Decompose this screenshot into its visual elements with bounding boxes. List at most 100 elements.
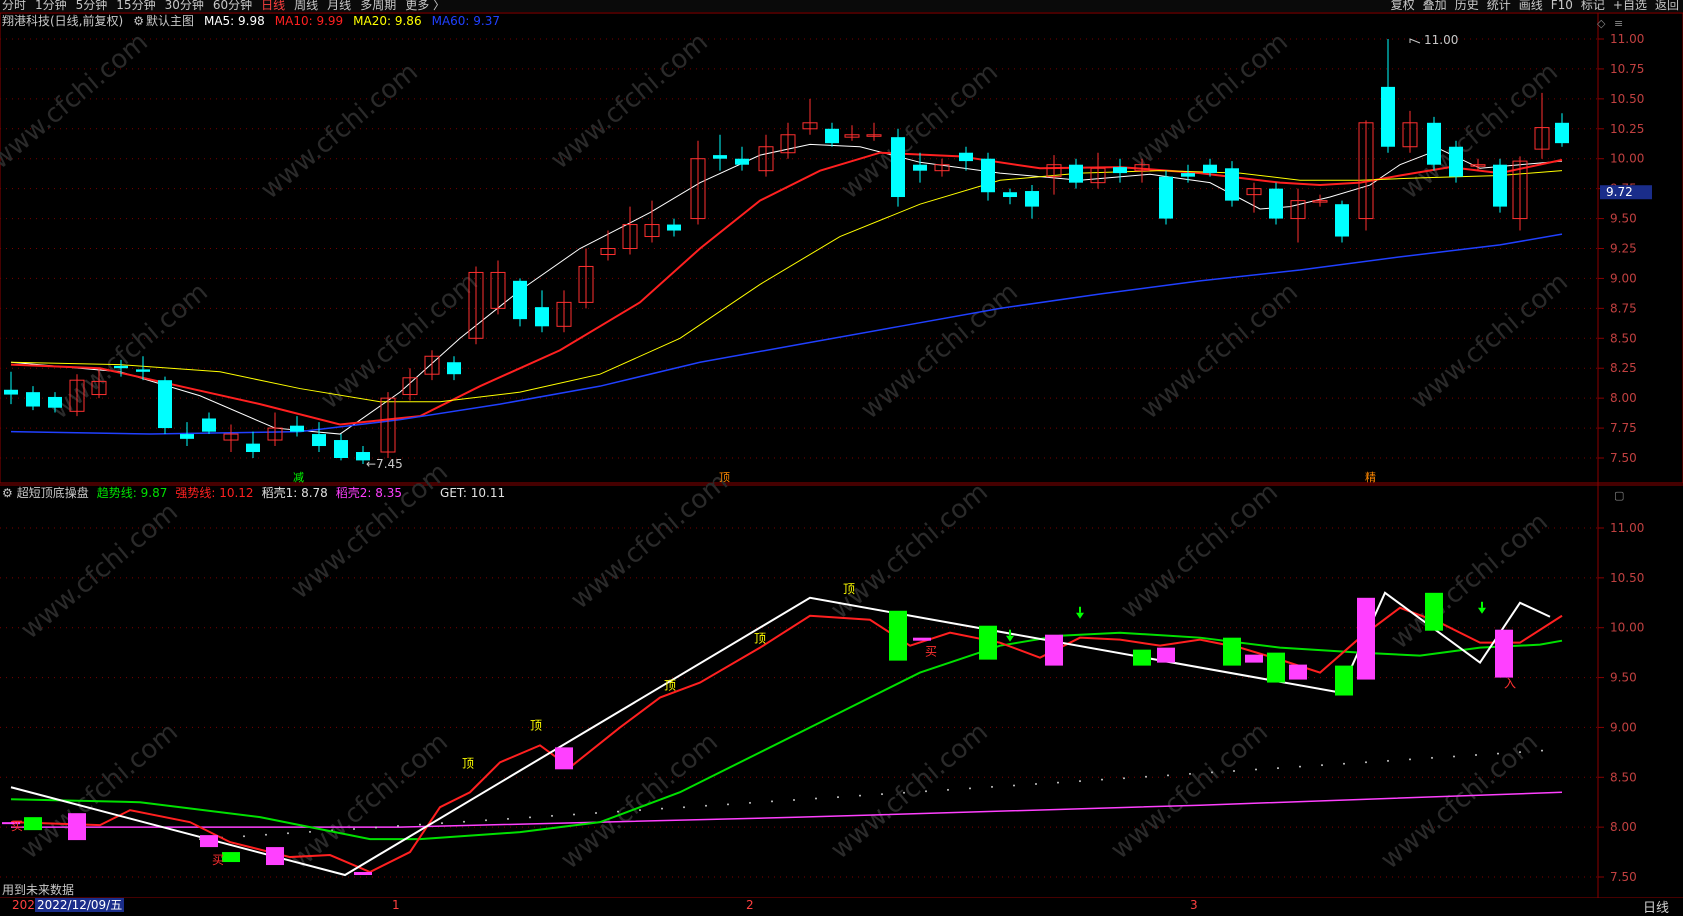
candle-down: [1269, 188, 1283, 219]
watermark: www.cfchi.com: [835, 57, 1004, 205]
shell1-dot: [1167, 774, 1169, 777]
sub-bar: [1357, 597, 1375, 680]
watermark: www.cfchi.com: [855, 277, 1024, 425]
year-prefix: 202: [12, 898, 35, 912]
main-price-tick: 9.00: [1610, 271, 1637, 285]
main-price-tick: 9.25: [1610, 242, 1637, 256]
scroll-icon[interactable]: ≡: [1614, 17, 1623, 30]
candle-down: [290, 425, 304, 432]
candle-down: [981, 158, 995, 193]
sub-scroll-icon[interactable]: ▢: [1614, 489, 1624, 502]
sub-bar: [1425, 592, 1443, 631]
shell1-dot: [243, 835, 245, 838]
shell1-dot: [1409, 758, 1411, 761]
shell1-dot: [793, 798, 795, 801]
candle-down: [1069, 164, 1083, 183]
sub-bar: [1289, 664, 1307, 680]
high-label: 11.00: [1424, 33, 1458, 47]
signal-marker-2: 精: [1365, 471, 1376, 484]
shell1-dot: [1299, 765, 1301, 768]
top-signal-4: 顶: [843, 582, 855, 596]
main-price-tick: 8.00: [1610, 391, 1637, 405]
shell1-dot: [287, 832, 289, 835]
shell1-dot: [617, 810, 619, 813]
shell1-dot: [1189, 772, 1191, 775]
sub-bar: [555, 747, 573, 770]
top-signal-1: 顶: [530, 718, 542, 732]
period-label[interactable]: 日线: [1643, 897, 1669, 916]
time-axis: [0, 898, 1683, 912]
shell1-dot: [1211, 771, 1213, 774]
sub-bar: [1157, 647, 1175, 663]
candle-down: [735, 158, 749, 165]
main-price-tick: 8.25: [1610, 361, 1637, 375]
shell1-dot: [1255, 768, 1257, 771]
main-price-tick: 7.75: [1610, 421, 1637, 435]
sub-bar: [68, 813, 86, 841]
watermark: www.cfchi.com: [1115, 477, 1284, 625]
watermark: www.cfchi.com: [15, 717, 184, 865]
sub-bar: [913, 637, 931, 641]
shell1-dot: [529, 816, 531, 819]
top-signal-2: 顶: [664, 679, 676, 693]
candle-down: [1335, 204, 1349, 237]
shell1-dot: [507, 817, 509, 820]
candle-down: [26, 392, 40, 407]
sub-bar: [1335, 665, 1353, 696]
shell1-dot: [661, 807, 663, 810]
down-arrow-icon: [1076, 612, 1084, 619]
shell2-line: [11, 791, 1563, 828]
shell1-dot: [1145, 775, 1147, 778]
diamond-icon[interactable]: ◇: [1597, 17, 1605, 30]
sub-price-tick: 8.50: [1610, 770, 1637, 784]
candle-down: [1159, 176, 1173, 219]
shell1-dot: [1277, 767, 1279, 770]
candle-down: [334, 440, 348, 458]
sub-price-tick: 11.00: [1610, 521, 1644, 535]
ma20-line: [10, 170, 1563, 403]
watermark: www.cfchi.com: [1395, 57, 1564, 205]
shell1-dot: [1475, 754, 1477, 757]
main-price-tick: 8.75: [1610, 301, 1637, 315]
month-mark-2: 2: [746, 898, 754, 912]
shell1-dot: [1343, 762, 1345, 765]
candle-down: [114, 365, 128, 369]
shell1-dot: [1101, 778, 1103, 781]
sub-gear-icon[interactable]: ⚙: [2, 486, 13, 501]
shell1-dot: [1013, 784, 1015, 787]
ma20-label: MA20: 9.86: [353, 14, 422, 28]
shell1-dot: [441, 822, 443, 825]
candle-down: [1113, 167, 1127, 174]
watermark: www.cfchi.com: [565, 467, 734, 615]
watermark: www.cfchi.com: [315, 267, 484, 415]
sub-price-tick: 9.00: [1610, 720, 1637, 734]
stock-chart[interactable]: www.cfchi.com www.cfchi.com www.cfchi.com w…: [0, 0, 1683, 912]
candle-down: [1025, 191, 1039, 207]
candle-down: [1181, 173, 1195, 177]
shell1-dot: [727, 803, 729, 806]
signal-marker-1: 顶: [719, 471, 730, 484]
candle-down: [713, 155, 727, 159]
sub-price-tick: 8.00: [1610, 820, 1637, 834]
watermark: www.cfchi.com: [1135, 277, 1304, 425]
main-price-tick: 7.50: [1610, 451, 1637, 465]
shell1-dot: [1519, 751, 1521, 754]
candle-down: [513, 280, 527, 320]
shell1-dot: [705, 804, 707, 807]
gear-icon[interactable]: ⚙: [133, 14, 144, 29]
main-price-tick: 11.00: [1610, 32, 1644, 46]
sub-bar: [354, 872, 372, 876]
main-price-tick: 10.25: [1610, 122, 1644, 136]
candle-down: [913, 164, 927, 171]
sub-indicator-name[interactable]: 超短顶底操盘: [17, 486, 89, 501]
watermark: www.cfchi.com: [285, 727, 454, 875]
shell1-dot: [815, 797, 817, 800]
sub-panel-header: ⚙ 超短顶底操盘 趋势线: 9.87 强势线: 10.12 稻壳1: 8.78 …: [2, 486, 505, 501]
sub-bar: [200, 835, 218, 848]
shell1-dot: [419, 823, 421, 826]
stock-title[interactable]: 翔港科技(日线,前复权): [2, 14, 123, 29]
sub-bar: [1245, 654, 1263, 663]
watermark: www.cfchi.com: [825, 717, 994, 865]
shell1-dot: [1035, 783, 1037, 786]
indicator-name[interactable]: 默认主图: [146, 14, 194, 29]
